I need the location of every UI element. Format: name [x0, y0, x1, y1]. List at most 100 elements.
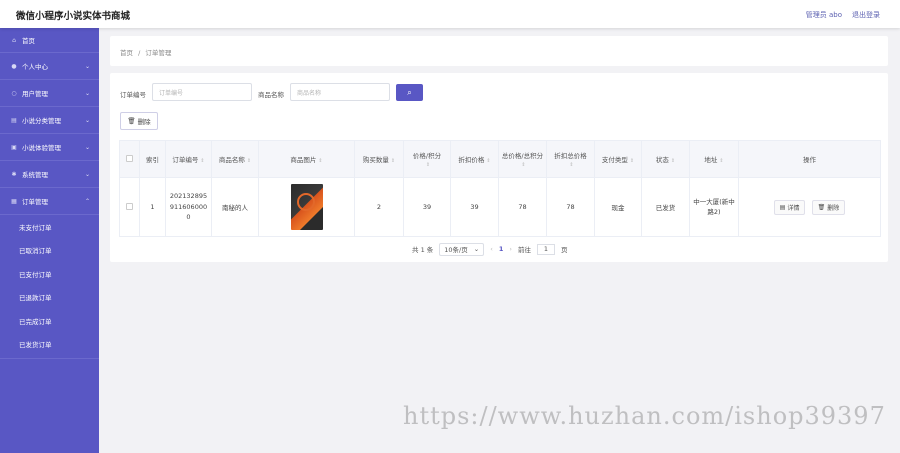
cell-discount-total: 78 [546, 177, 595, 237]
order-number-input[interactable]: 订单编号 [152, 83, 252, 101]
page-unit-label: 页 [560, 246, 568, 254]
column-header-label: 支付类型 [601, 156, 628, 164]
sidebar-item-users[interactable]: ○ 用户管理 ⌄ [0, 80, 99, 107]
pagination-total: 共 1 条 [412, 246, 434, 254]
sidebar-item-label: 订单管理 [22, 198, 48, 206]
sidebar-item-profile[interactable]: ● 个人中心 ⌄ [0, 53, 99, 80]
box-icon: ▣ [11, 143, 17, 151]
breadcrumb-home[interactable]: 首页 [120, 49, 133, 57]
orders-submenu: 未支付订单 已取消订单 已支付订单 已退款订单 已完成订单 已发货订单 [0, 215, 99, 359]
batch-delete-label: 删除 [137, 118, 151, 126]
column-header: 索引 [139, 140, 166, 178]
submenu-paid[interactable]: 已支付订单 [0, 262, 99, 286]
submenu-shipped[interactable]: 已发货订单 [0, 333, 99, 357]
trash-icon: 🗑 [127, 117, 136, 125]
column-header-label: 价格/积分 [412, 152, 442, 160]
detail-button[interactable]: ▤ 详情 [773, 199, 806, 215]
book-cover-image [290, 184, 323, 230]
breadcrumb: 首页 / 订单管理 [120, 47, 171, 57]
cell-order-number: 2021328959116060000 [165, 177, 212, 237]
watermark-text: https://www.huzhan.com/ishop39397 [403, 402, 886, 430]
sort-icon[interactable]: ⇕ [247, 158, 251, 164]
batch-delete-button[interactable]: 🗑 删除 [120, 112, 158, 130]
row-checkbox[interactable] [126, 202, 133, 210]
row-select-cell[interactable] [119, 177, 140, 237]
column-header[interactable]: 地址 ⇕ [689, 140, 739, 178]
sort-icon[interactable]: ⇕ [318, 158, 322, 164]
order-number-label: 订单编号 [120, 91, 146, 99]
column-header[interactable]: 商品图片 ⇕ [258, 140, 355, 178]
sort-icon[interactable]: ⇕ [630, 158, 634, 164]
goods-name-input[interactable]: 商品名称 [290, 83, 390, 101]
column-header[interactable]: 折扣价格 ⇕ [450, 140, 499, 178]
goto-label: 前往 [517, 246, 531, 254]
current-user-link[interactable]: 管理员 abo [806, 10, 842, 20]
sidebar-item-label: 首页 [22, 37, 35, 45]
column-header-label: 商品名称 [218, 156, 245, 164]
logout-link[interactable]: 退出登录 [852, 10, 880, 20]
pagination: 共 1 条 10条/页 ⌄ ‹ 1 › 前往 1 页 [412, 242, 567, 256]
top-bar: 微信小程序小说实体书商城 管理员 abo 退出登录 [0, 0, 900, 28]
sidebar: ⌂ 首页 ● 个人中心 ⌄ ○ 用户管理 ⌄ ▤ 小说分类管理 ⌄ ▣ 小说体验… [0, 28, 99, 453]
chevron-down-icon: ⌄ [84, 116, 90, 124]
sort-icon[interactable]: ⇕ [391, 158, 395, 164]
row-delete-button[interactable]: 🗑 删除 [811, 199, 846, 215]
sort-icon[interactable]: ⇕ [200, 158, 204, 164]
select-all-checkbox[interactable] [126, 154, 133, 162]
column-header[interactable]: 状态 ⇕ [641, 140, 690, 178]
submenu-completed[interactable]: 已完成订单 [0, 309, 99, 333]
column-header[interactable]: 订单编号 ⇕ [165, 140, 212, 178]
column-header[interactable]: 支付类型 ⇕ [594, 140, 642, 178]
sidebar-item-categories[interactable]: ▤ 小说分类管理 ⌄ [0, 107, 99, 134]
prev-page-icon[interactable]: ‹ [490, 245, 493, 253]
column-header-label: 总价格/总积分 [501, 152, 544, 160]
gear-icon: ✱ [11, 170, 17, 178]
column-header-label: 购买数量 [362, 156, 389, 164]
cell-price: 39 [403, 177, 451, 237]
list-icon: ▤ [11, 116, 17, 124]
submenu-refunded[interactable]: 已退款订单 [0, 286, 99, 310]
sort-icon[interactable]: ⇕ [521, 162, 525, 168]
column-header[interactable]: 价格/积分 ⇕ [403, 140, 451, 178]
sort-icon[interactable]: ⇕ [671, 158, 675, 164]
sidebar-item-label: 用户管理 [22, 90, 48, 98]
sort-icon[interactable]: ⇕ [486, 158, 490, 164]
current-page[interactable]: 1 [499, 245, 504, 253]
page-size-select[interactable]: 10条/页 ⌄ [439, 242, 485, 256]
sort-icon[interactable]: ⇕ [426, 162, 430, 168]
submenu-unpaid[interactable]: 未支付订单 [0, 215, 99, 239]
cell-pay-type: 现金 [594, 177, 642, 237]
cell-discount-price: 39 [450, 177, 499, 237]
search-button[interactable]: ⌕ [396, 84, 423, 101]
chevron-down-icon: ⌄ [84, 170, 90, 178]
sort-icon[interactable]: ⇕ [569, 162, 573, 168]
detail-button-label: 详情 [787, 204, 800, 212]
search-icon: ⌕ [407, 87, 412, 97]
cell-actions: ▤ 详情 🗑 删除 [738, 177, 881, 237]
sort-icon[interactable]: ⇕ [719, 158, 723, 164]
chevron-down-icon: ⌄ [84, 62, 90, 70]
chevron-down-icon: ⌄ [84, 143, 90, 151]
detail-icon: ▤ [779, 203, 786, 211]
sidebar-item-system[interactable]: ✱ 系统管理 ⌄ [0, 161, 99, 188]
goods-name-label: 商品名称 [258, 91, 284, 99]
sidebar-item-home[interactable]: ⌂ 首页 [0, 28, 99, 53]
column-header[interactable]: 总价格/总积分 ⇕ [498, 140, 547, 178]
column-header-label: 折扣价格 [458, 156, 485, 164]
breadcrumb-current: 订单管理 [145, 49, 172, 57]
breadcrumb-separator: / [138, 49, 141, 57]
next-page-icon[interactable]: › [509, 245, 512, 253]
column-header[interactable]: 购买数量 ⇕ [354, 140, 404, 178]
user-icon: ● [11, 62, 17, 70]
column-header-label: 状态 [655, 156, 669, 164]
column-header[interactable]: 商品名称 ⇕ [211, 140, 259, 178]
submenu-cancelled[interactable]: 已取消订单 [0, 239, 99, 263]
column-header[interactable]: 折扣总价格 ⇕ [546, 140, 595, 178]
sidebar-item-novels[interactable]: ▣ 小说体验管理 ⌄ [0, 134, 99, 161]
select-all-cell[interactable] [119, 140, 140, 178]
sidebar-item-orders[interactable]: ▦ 订单管理 ⌃ [0, 188, 99, 215]
goto-page-input[interactable]: 1 [536, 243, 555, 255]
column-header: 操作 [738, 140, 881, 178]
sidebar-item-label: 小说体验管理 [22, 144, 61, 152]
app-title: 微信小程序小说实体书商城 [16, 11, 131, 22]
